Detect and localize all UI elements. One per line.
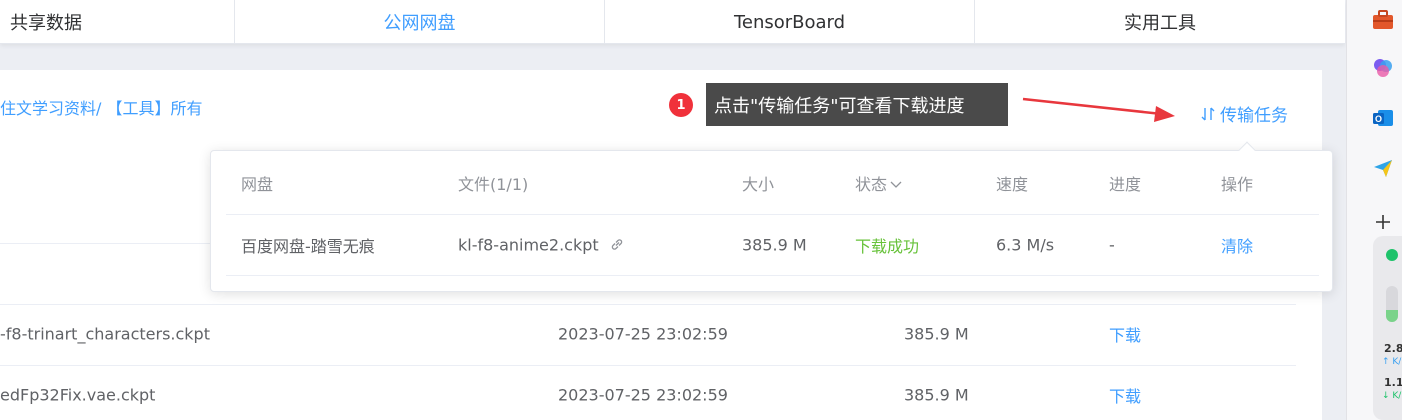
copilot-icon[interactable] bbox=[1371, 56, 1395, 80]
table-row: -f8-trinart_characters.ckpt 2023-07-25 2… bbox=[0, 304, 1296, 364]
usage-bar-fill bbox=[1386, 310, 1398, 322]
transfer-arrows-icon bbox=[1201, 107, 1215, 120]
download-speed-value: 1.1 bbox=[1384, 376, 1402, 389]
outlook-icon[interactable]: O bbox=[1371, 106, 1395, 130]
annotation-arrow bbox=[1022, 97, 1175, 122]
transfer-tasks-button[interactable]: 传输任务 bbox=[1200, 101, 1288, 126]
tab-tensorboard[interactable]: TensorBoard bbox=[605, 0, 975, 44]
upload-speed-unit: ↑ K/ bbox=[1382, 357, 1402, 367]
file-name: edFp32Fix.vae.ckpt bbox=[0, 385, 156, 405]
header-progress: 进度 bbox=[1109, 174, 1142, 194]
row-file: kl-f8-anime2.ckpt bbox=[458, 236, 625, 255]
file-date: 2023-07-25 23:02:59 bbox=[558, 385, 728, 405]
download-speed-unit: ↓ K/ bbox=[1382, 391, 1402, 401]
header-status-filter[interactable]: 状态 bbox=[855, 171, 903, 195]
send-icon[interactable] bbox=[1371, 156, 1395, 180]
row-speed: 6.3 M/s bbox=[996, 235, 1055, 255]
file-size: 385.9 M bbox=[904, 385, 969, 405]
header-file: 文件(1/1) bbox=[458, 174, 529, 194]
transfer-popover: 网盘 文件(1/1) 大小 状态 速度 进度 操作 百度网盘-踏雪无痕 kl-f… bbox=[210, 141, 1333, 292]
status-dot bbox=[1386, 249, 1398, 261]
tab-utilities[interactable]: 实用工具 bbox=[975, 0, 1345, 44]
row-disk: 百度网盘-踏雪无痕 bbox=[241, 237, 375, 256]
popover-header-row: 网盘 文件(1/1) 大小 状态 速度 进度 操作 bbox=[226, 151, 1319, 215]
transfer-tasks-label: 传输任务 bbox=[1220, 106, 1288, 126]
header-size: 大小 bbox=[742, 174, 775, 194]
add-icon[interactable] bbox=[1371, 210, 1395, 234]
header-disk: 网盘 bbox=[241, 174, 274, 194]
tab-public-netdisk[interactable]: 公网网盘 bbox=[235, 0, 605, 44]
tab-shared-data[interactable]: 共享数据 bbox=[0, 0, 235, 44]
step-badge: 1 bbox=[669, 93, 693, 117]
download-link[interactable]: 下载 bbox=[1109, 322, 1141, 346]
chevron-down-icon bbox=[890, 181, 902, 188]
row-size: 385.9 M bbox=[742, 235, 807, 255]
header-speed: 速度 bbox=[996, 174, 1029, 194]
transfer-row: 百度网盘-踏雪无痕 kl-f8-anime2.ckpt 385.9 M 下载成功… bbox=[226, 215, 1319, 276]
file-size: 385.9 M bbox=[904, 324, 969, 344]
usage-bar bbox=[1386, 286, 1398, 322]
clear-button[interactable]: 清除 bbox=[1221, 233, 1253, 257]
annotation-tooltip: 点击"传输任务"可查看下载进度 bbox=[706, 83, 1008, 126]
toolbox-icon[interactable] bbox=[1371, 8, 1395, 32]
link-icon[interactable] bbox=[609, 237, 625, 253]
download-link[interactable]: 下载 bbox=[1109, 383, 1141, 407]
network-speed-widget: 2.8 ↑ K/ 1.1 ↓ K/ bbox=[1373, 236, 1402, 420]
row-status: 下载成功 bbox=[855, 237, 920, 256]
svg-text:O: O bbox=[1375, 114, 1382, 124]
file-date: 2023-07-25 23:02:59 bbox=[558, 324, 728, 344]
top-tab-bar: 共享数据 公网网盘 TensorBoard 实用工具 bbox=[0, 0, 1345, 44]
breadcrumb-path[interactable]: 住文学习资料/ 【工具】所有 bbox=[0, 95, 202, 119]
table-row: edFp32Fix.vae.ckpt 2023-07-25 23:02:59 3… bbox=[0, 365, 1296, 420]
upload-speed-value: 2.8 bbox=[1384, 342, 1402, 355]
file-name: -f8-trinart_characters.ckpt bbox=[0, 324, 210, 344]
header-action: 操作 bbox=[1221, 174, 1254, 194]
header-status: 状态 bbox=[855, 174, 888, 194]
row-file-name: kl-f8-anime2.ckpt bbox=[458, 235, 599, 255]
row-progress: - bbox=[1109, 235, 1115, 255]
